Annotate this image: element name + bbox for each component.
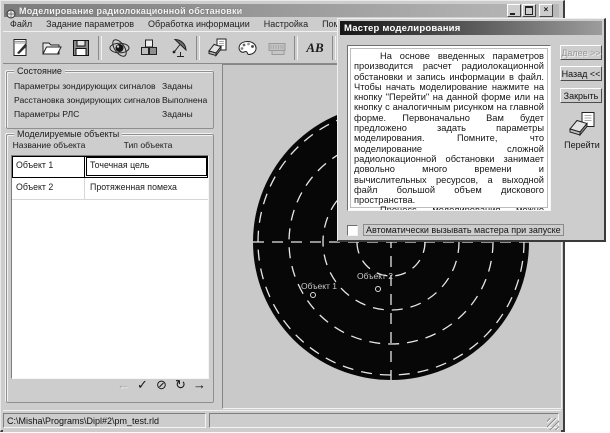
radar-dish-icon [168,37,191,59]
objects-groupbox: Моделируемые объекты Название объекта Ти… [6,134,214,403]
toolbar-separator [294,36,298,60]
wizard-titlebar[interactable]: Мастер моделирования [340,21,602,35]
objects-group-title: Моделируемые объекты [14,129,122,139]
window-controls: × [507,4,553,17]
autostart-checkbox[interactable] [347,225,358,236]
wizard-title: Мастер моделирования [344,23,460,34]
media-button-disabled [262,33,292,62]
go-modeling-button[interactable] [202,33,232,62]
back-button[interactable]: Назад << [560,66,602,81]
font-icon: AB [306,40,323,56]
radar-object-label: Объект 2 [357,271,393,281]
object-type-cell: Точечная цель [85,156,208,177]
refresh-icon[interactable]: ↻ [173,378,188,392]
minimize-button[interactable] [507,4,521,17]
status-row: Расстановка зондирующих сигналов Выполне… [14,95,207,105]
object-name-cell: Объект 1 [12,156,85,177]
signals-view-button[interactable] [104,33,134,62]
maximize-button[interactable] [522,4,536,17]
palette-icon [236,37,259,59]
status-value: Заданы [162,109,193,119]
status-label: Параметры зондирующих сигналов [14,81,156,91]
menu-item-file[interactable]: Файл [3,19,39,29]
menu-item-parameters[interactable]: Задание параметров [39,19,141,29]
media-icon [266,37,289,59]
new-document-icon [10,37,32,59]
status-value: Заданы [162,81,193,91]
close-wizard-button[interactable]: Закрыть [560,88,602,103]
new-document-button[interactable] [6,33,36,62]
wizard-text-box: На основе введенных параметров производи… [347,45,551,211]
status-label: Расстановка зондирующих сигналов [14,95,160,105]
status-group-title: Состояние [14,66,65,76]
go-computer-icon [567,111,597,139]
cancel-icon[interactable]: ⊘ [154,378,169,392]
open-file-button[interactable] [36,33,66,62]
status-row: Параметры зондирующих сигналов Заданы [14,81,207,91]
prev-record-icon: ← [116,378,131,392]
wizard-paragraph: Процесс моделирования можно будет остано… [354,205,544,211]
palette-button[interactable] [232,33,262,62]
objects-button[interactable] [134,33,164,62]
close-button[interactable]: × [539,4,553,17]
status-value: Выполнена [162,95,207,105]
desktop: Моделирование радиолокационной обстановк… [0,0,610,433]
confirm-icon[interactable]: ✓ [135,378,150,392]
objects-table: Объект 1 Точечная цель Объект 2 Протяжен… [11,155,209,379]
autostart-checkbox-row: Автоматически вызывать мастера при запус… [347,224,564,236]
status-row: Параметры РЛС Заданы [14,109,207,119]
save-floppy-icon [70,37,92,59]
column-header-name: Название объекта [11,140,87,155]
radar-button[interactable] [164,33,194,62]
menu-item-processing[interactable]: Обработка информации [141,19,257,29]
minimize-icon [510,13,515,15]
objects-cubes-icon [138,37,160,59]
status-label: Параметры РЛС [14,109,79,119]
maximize-icon [525,6,533,15]
file-path: C:\Misha\Programs\Dipl#2\pm_test.rld [7,416,159,426]
column-header-type: Тип объекта [87,140,209,155]
status-bar: C:\Misha\Programs\Dipl#2\pm_test.rld [3,410,561,432]
go-computer-icon [206,37,229,59]
status-bar-empty-panel [209,413,559,428]
toolbar-separator [98,36,102,60]
next-record-icon[interactable]: → [192,378,207,392]
titlebar: Моделирование радиолокационной обстановк… [4,4,559,17]
signals-view-icon [108,37,131,59]
status-groupbox: Состояние Параметры зондирующих сигналов… [6,71,214,129]
go-button-label: Перейти [564,140,600,150]
window-title: Моделирование радиолокационной обстановк… [19,6,242,16]
wizard-dialog: Мастер моделирования На основе введенных… [337,18,606,242]
go-button[interactable]: Перейти [562,111,602,150]
toolbar-separator [196,36,200,60]
app-icon [6,6,16,16]
toolbar-separator [332,36,336,60]
table-row[interactable]: Объект 1 Точечная цель [12,156,208,178]
status-bar-file-panel: C:\Misha\Programs\Dipl#2\pm_test.rld [3,413,206,428]
table-row[interactable]: Объект 2 Протяженная помеха [12,178,208,200]
font-button[interactable]: AB [300,33,330,62]
autostart-checkbox-label[interactable]: Автоматически вызывать мастера при запус… [363,224,564,236]
objects-table-header: Название объекта Тип объекта [11,140,209,155]
next-button: Далее >> [560,45,602,60]
object-type-cell: Протяженная помеха [85,178,208,199]
wizard-paragraph: На основе введенных параметров производи… [354,51,544,205]
object-name-cell: Объект 2 [12,178,85,199]
record-navigator: ← ✓ ⊘ ↻ → [116,378,207,392]
menu-item-settings[interactable]: Настройка [257,19,315,29]
radar-object-label: Объект 1 [301,281,337,291]
open-folder-icon [40,37,63,59]
save-button[interactable] [66,33,96,62]
resize-grip[interactable] [547,418,559,430]
